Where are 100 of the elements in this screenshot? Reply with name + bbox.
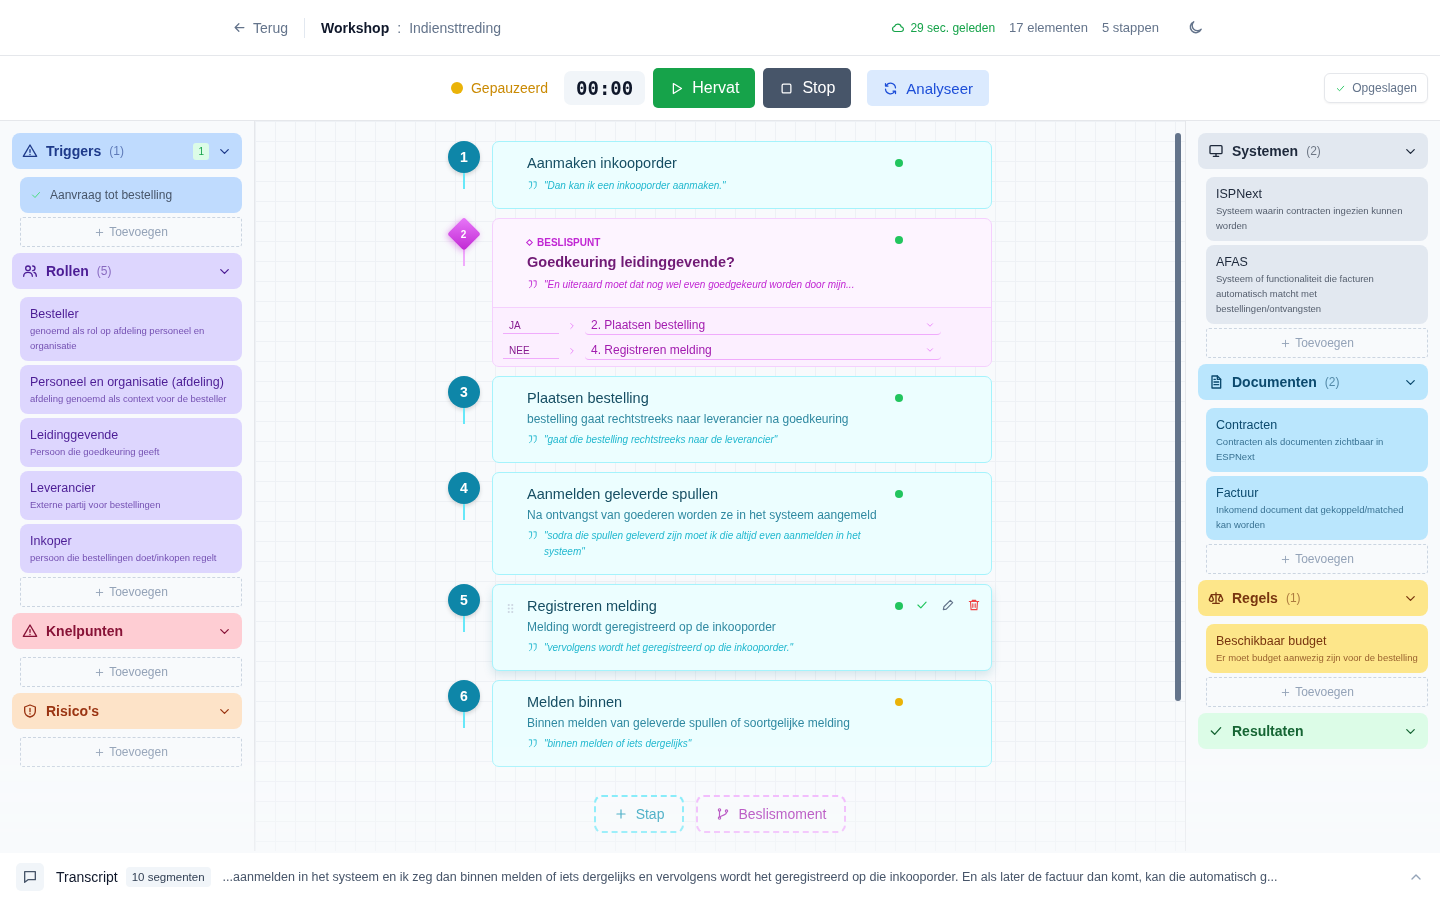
section-title: Knelpunten: [46, 623, 123, 639]
step-description: Melding wordt geregistreerd op de inkooporder: [527, 620, 777, 634]
page-title: Indiensttreding: [409, 19, 501, 36]
item-title: Besteller: [30, 307, 80, 321]
step-quote: "vervolgens wordt het geregistreerd op die inkooporder.": [544, 641, 794, 655]
item-description: Contracten als documenten zichtbaar in ESPNext: [1216, 435, 1385, 464]
item-card[interactable]: Factuur Inkomend document dat gekoppeld/matched kan worden: [1206, 476, 1428, 540]
saved-time: 29 sec. geleden: [910, 20, 996, 35]
step-title: Plaatsen bestelling: [527, 389, 650, 407]
item-card[interactable]: ISPNext Systeem waarin contracten ingezien kunnen worden: [1206, 177, 1428, 241]
step-title: Registreren melding: [527, 597, 658, 615]
item-title: ISPNext: [1216, 187, 1263, 201]
section-title: Regels: [1232, 590, 1278, 606]
step-card[interactable]: Aanmelden geleverde spullen Na ontvangst van goederen worden ze in het systeem aangemeld "sodra die spullen geleverd zijn moet ik die altijd even aanmelden in het systeem": [492, 472, 992, 575]
item-card[interactable]: AFAS Systeem of functionaliteit die facturen automatisch matcht met bestellingen/ontvangsten: [1206, 245, 1428, 324]
step-card[interactable]: Aanmaken inkooporder "Dan kan ik een inkooporder aanmaken.": [492, 141, 992, 209]
item-card[interactable]: Besteller genoemd als rol op afdeling personeel en organisatie: [20, 297, 242, 361]
step-number: 1: [448, 141, 480, 173]
status-text: Gepauzeerd: [471, 80, 549, 96]
item-card[interactable]: Leverancier Externe partij voor bestellingen: [20, 471, 242, 520]
item-title: AFAS: [1216, 255, 1249, 269]
decision-label: BESLISPUNT: [527, 237, 895, 248]
count-badge: 1: [193, 142, 209, 160]
document-icon: [1208, 374, 1224, 390]
plus-icon: [1280, 337, 1292, 349]
segment-count: 10 segmenten: [125, 866, 211, 887]
section-header[interactable]: Systemen (2): [1198, 133, 1428, 169]
step-count: 5 stappen: [1101, 20, 1159, 35]
branch-dropdown[interactable]: 2. Plaatsen bestelling: [585, 316, 941, 335]
step-quote: "gaat die bestelling rechtstreeks naar de leverancier": [544, 433, 778, 447]
analyze-button[interactable]: Analyseer: [867, 70, 989, 106]
back-arrow-icon: [232, 20, 247, 35]
section-header[interactable]: Risico's: [12, 693, 242, 729]
people-icon: [22, 263, 38, 279]
step-number: 5: [448, 584, 480, 616]
section-count: (2): [1306, 144, 1321, 158]
item-card[interactable]: Aanvraag tot bestelling: [20, 177, 242, 213]
section-count: (5): [96, 264, 112, 278]
saved-label: Opgeslagen: [1352, 81, 1417, 95]
section-header[interactable]: Knelpunten: [12, 613, 242, 649]
step-card[interactable]: Melden binnen Binnen melden van geleverde spullen of soortgelijke melding "binnen melden of iets dergelijks": [492, 680, 992, 767]
branch-label: NEE: [503, 342, 559, 359]
item-description: Inkomend document dat gekoppeld/matched kan worden: [1216, 503, 1405, 532]
shield-icon: [22, 703, 38, 719]
item-description: Systeem waarin contracten ingezien kunnen worden: [1216, 204, 1404, 233]
step-description: Na ontvangst van goederen worden ze in het systeem aangemeld: [527, 508, 878, 522]
section-title: Resultaten: [1232, 723, 1304, 739]
section-header[interactable]: Regels (1): [1198, 580, 1428, 616]
back-link[interactable]: Terug: [232, 19, 289, 36]
item-title: Leverancier: [30, 481, 97, 495]
plus-icon: [1280, 553, 1292, 565]
item-card[interactable]: Personeel en organisatie (afdeling) afdeling genoemd als context voor de besteller: [20, 365, 242, 414]
step-number: 3: [448, 376, 480, 408]
transcript-title: Transcript: [56, 868, 118, 885]
transcript-text: ...aanmelden in het systeem en ik zeg dan binnen melden of iets dergelijks en vervolgens wordt het geregistreerd op die inkooporder. En als later de factuur dan komt, kan die automatisch g...: [222, 869, 1279, 884]
chevron-down-icon: [925, 320, 935, 330]
delete-button[interactable]: [967, 598, 981, 612]
drag-handle-icon[interactable]: [506, 603, 514, 614]
item-card[interactable]: Beschikbaar budget Er moet budget aanwezig zijn voor de bestelling: [1206, 624, 1428, 673]
item-card[interactable]: Contracten Contracten als documenten zichtbaar in ESPNext: [1206, 408, 1428, 472]
theme-toggle-button[interactable]: [1187, 19, 1204, 36]
item-title: Personeel en organisatie (afdeling): [30, 375, 225, 389]
item-title: Inkoper: [30, 534, 73, 548]
step-title: Aanmaken inkooporder: [527, 154, 678, 172]
moon-icon: [1187, 19, 1204, 36]
item-description: genoemd als rol op afdeling personeel en organisatie: [30, 324, 206, 353]
item-card[interactable]: Inkoper persoon die bestellingen doet/inkopen regelt: [20, 524, 242, 573]
item-description: Persoon die goedkeuring geeft: [30, 445, 161, 459]
workshop-label: Workshop: [321, 19, 390, 36]
step-title: Aanmelden geleverde spullen: [527, 485, 720, 503]
item-card[interactable]: Leidinggevende Persoon die goedkeuring geeft: [20, 418, 242, 467]
item-description: Systeem of functionaliteit die facturen automatisch matcht met bestellingen/ontvangsten: [1216, 272, 1375, 316]
element-count: 17 elementen: [1009, 20, 1088, 35]
section-header[interactable]: Resultaten: [1198, 713, 1428, 749]
step-quote: "En uiteraard moet dat nog wel even goedgekeurd worden door mijn...: [544, 278, 855, 292]
scales-icon: [1208, 590, 1224, 606]
decision-card[interactable]: BESLISPUNT Goedkeuring leidinggevende? "En uiteraard moet dat nog wel even goedgekeurd worden door mijn... JA 2. Plaatsen bestelling NEE 4. Registreren melding: [492, 218, 992, 367]
transcript-button[interactable]: [16, 862, 44, 891]
item-title: Aanvraag tot bestelling: [50, 188, 173, 202]
section-header[interactable]: Triggers (1) 1: [12, 133, 242, 169]
section-header[interactable]: Documenten (2): [1198, 364, 1428, 400]
branch-dropdown[interactable]: 4. Registreren melding: [585, 341, 941, 360]
trash-icon: [967, 598, 981, 612]
chevron-right-icon: [567, 320, 577, 331]
section-header[interactable]: Rollen (5): [12, 253, 242, 289]
step-card[interactable]: Plaatsen bestelling bestelling gaat rechtstreeks naar leverancier na goedkeuring "gaat die bestelling rechtstreeks naar de leverancier": [492, 376, 992, 463]
plus-icon: [94, 586, 106, 598]
edit-button[interactable]: [941, 598, 955, 612]
stop-icon: [779, 80, 795, 96]
scrollbar[interactable]: [1175, 133, 1181, 701]
plus-icon: [613, 807, 628, 821]
chevron-down-icon: [925, 345, 935, 355]
section-title: Risico's: [46, 703, 100, 719]
stop-button[interactable]: Stop: [763, 68, 852, 108]
chat-icon: [22, 868, 38, 885]
step-card[interactable]: Registreren melding Melding wordt geregistreerd op de inkooporder "vervolgens wordt het geregistreerd op die inkooporder.": [492, 584, 992, 671]
step-description: Binnen melden van geleverde spullen of soortgelijke melding: [527, 716, 851, 730]
quote-icon: [527, 434, 538, 445]
plus-icon: [94, 746, 106, 758]
add-decision-button[interactable]: Beslismoment: [696, 795, 847, 833]
